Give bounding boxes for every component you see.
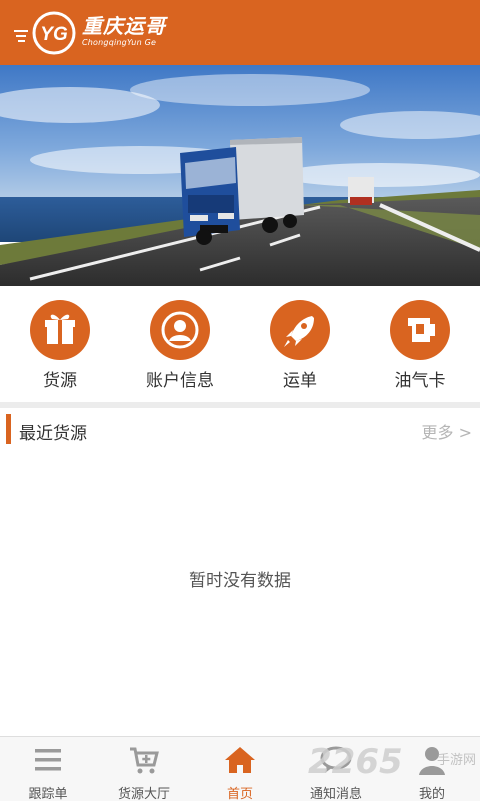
menu-label: 油气卡 xyxy=(394,371,446,391)
nav-home[interactable]: 首页 xyxy=(192,737,288,802)
menu-label: 运单 xyxy=(283,371,317,391)
banner-image[interactable] xyxy=(0,65,480,286)
user-icon xyxy=(161,311,199,349)
empty-state-text: 暂时没有数据 xyxy=(189,571,291,591)
section-accent-bar xyxy=(6,414,11,444)
nav-label: 首页 xyxy=(226,787,253,802)
svg-text:YG: YG xyxy=(40,24,68,45)
menu-item-waybill[interactable]: 运单 xyxy=(240,300,360,400)
fuel-card-icon xyxy=(408,318,435,342)
rocket-icon xyxy=(284,316,314,347)
section-title: 最近货源 xyxy=(19,424,87,444)
cart-add-icon xyxy=(130,747,159,774)
menu-item-fuel-card[interactable]: 油气卡 xyxy=(360,300,480,400)
logo-title-cn: 重庆运哥 xyxy=(82,14,166,38)
nav-label: 货源大厅 xyxy=(117,787,170,802)
home-icon xyxy=(225,747,255,773)
nav-label: 通知消息 xyxy=(309,787,362,802)
recent-cargo-header: 最近货源 更多 > xyxy=(0,408,480,450)
quick-menu: 货源 账户信息 运单 油气卡 xyxy=(0,286,480,402)
nav-label: 跟踪单 xyxy=(28,787,68,802)
nav-tracking[interactable]: 跟踪单 xyxy=(0,737,96,802)
menu-item-cargo[interactable]: 货源 xyxy=(0,300,120,400)
menu-label: 货源 xyxy=(43,371,77,391)
app-header: YG 重庆运哥 ChongqingYun Ge xyxy=(0,0,480,65)
menu-item-account-info[interactable]: 账户信息 xyxy=(120,300,240,400)
logo-title-en: ChongqingYun Ge xyxy=(82,38,157,47)
watermark-text: 手游网 xyxy=(436,753,476,768)
list-icon xyxy=(35,749,61,771)
menu-label: 账户信息 xyxy=(146,371,214,391)
nav-cargo-hall[interactable]: 货源大厅 xyxy=(96,737,192,802)
site-watermark: 2265 手游网 xyxy=(308,742,478,782)
watermark-number: 2265 xyxy=(308,742,403,782)
gift-icon xyxy=(45,314,75,344)
nav-label: 我的 xyxy=(418,787,445,802)
speed-lines-icon xyxy=(14,30,28,45)
more-link[interactable]: 更多 > xyxy=(422,419,473,443)
yg-logo-icon: YG xyxy=(32,11,76,55)
